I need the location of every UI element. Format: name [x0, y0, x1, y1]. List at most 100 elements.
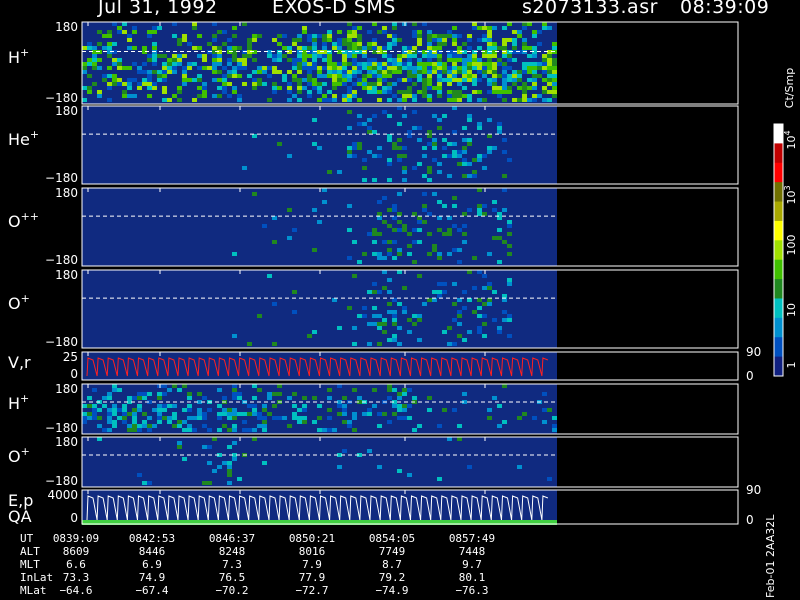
spec-cell [407, 134, 412, 138]
spec-cell [87, 62, 92, 66]
spec-cell [92, 388, 97, 392]
spec-cell [487, 58, 492, 62]
spec-cell [127, 46, 132, 50]
spec-cell [272, 86, 277, 90]
spec-cell [477, 126, 482, 130]
spec-cell [442, 232, 447, 236]
spec-cell [477, 270, 482, 274]
spec-cell [472, 170, 477, 174]
spec-cell [252, 396, 257, 400]
spec-cell [397, 212, 402, 216]
spec-cell [437, 46, 442, 50]
spec-cell [437, 86, 442, 90]
spec-cell [542, 26, 547, 30]
spec-cell [197, 86, 202, 90]
spec-cell [287, 70, 292, 74]
spec-cell [372, 178, 377, 182]
spec-cell [147, 82, 152, 86]
spec-cell [387, 46, 392, 50]
spec-cell [402, 166, 407, 170]
header-date: Jul 31, 1992 [98, 0, 218, 18]
spec-cell [357, 114, 362, 118]
spec-cell [277, 86, 282, 90]
spec-cell [352, 34, 357, 38]
spec-cell [107, 34, 112, 38]
spec-cell [427, 70, 432, 74]
footer-cell: 7749 [379, 545, 406, 558]
spec-cell [107, 412, 112, 416]
spec-cell [172, 58, 177, 62]
spec-cell [317, 86, 322, 90]
spec-cell [382, 240, 387, 244]
spec-cell [442, 154, 447, 158]
spec-cell [477, 158, 482, 162]
panel-label-sup: + [30, 128, 39, 141]
spec-cell [387, 34, 392, 38]
spec-cell [477, 70, 482, 74]
footer-cell: 7448 [459, 545, 486, 558]
spec-cell [267, 392, 272, 396]
spec-cell [507, 66, 512, 70]
spec-cell [412, 30, 417, 34]
footer-cell: 8446 [139, 545, 166, 558]
panel-label: O+ [8, 445, 30, 466]
spec-cell [247, 74, 252, 78]
spec-cell [397, 326, 402, 330]
spec-cell [342, 449, 347, 453]
spec-cell [552, 416, 557, 420]
spec-cell [462, 70, 467, 74]
spec-cell [442, 146, 447, 150]
spec-cell [317, 416, 322, 420]
spec-cell [252, 428, 257, 432]
spec-cell [472, 158, 477, 162]
spec-cell [202, 82, 207, 86]
spec-cell [342, 98, 347, 102]
spec-cell [447, 82, 452, 86]
spec-cell [392, 94, 397, 98]
spec-cell [382, 330, 387, 334]
spec-cell [387, 74, 392, 78]
spec-cell [367, 74, 372, 78]
spec-cell [482, 98, 487, 102]
spec-cell [387, 388, 392, 392]
spec-cell [372, 388, 377, 392]
spec-cell [352, 62, 357, 66]
spec-cell [372, 82, 377, 86]
spec-cell [537, 42, 542, 46]
spec-cell [412, 82, 417, 86]
spec-cell [402, 78, 407, 82]
spec-cell [112, 388, 117, 392]
spec-cell [482, 62, 487, 66]
spec-cell [407, 244, 412, 248]
spec-cell [452, 54, 457, 58]
spec-cell [552, 62, 557, 66]
spec-cell [507, 282, 512, 286]
spec-cell [107, 428, 112, 432]
spec-cell [427, 212, 432, 216]
spec-cell [172, 62, 177, 66]
spec-cell [502, 62, 507, 66]
spec-cell [477, 58, 482, 62]
spec-cell [127, 428, 132, 432]
spec-cell [272, 392, 277, 396]
spec-cell [492, 86, 497, 90]
spec-cell [462, 306, 467, 310]
spec-cell [232, 388, 237, 392]
spec-cell [457, 78, 462, 82]
spec-cell [502, 138, 507, 142]
spec-cell [397, 469, 402, 473]
spec-cell [147, 30, 152, 34]
spec-cell [237, 392, 242, 396]
spec-cell [437, 58, 442, 62]
spec-cell [227, 473, 232, 477]
footer-cell: 9.7 [462, 558, 482, 571]
spec-cell [137, 473, 142, 477]
spec-cell [82, 404, 87, 408]
spec-cell [202, 58, 207, 62]
colorbar-swatch [774, 279, 783, 299]
spec-cell [437, 282, 442, 286]
spec-cell [257, 388, 262, 392]
spec-cell [427, 78, 432, 82]
spec-cell [297, 54, 302, 58]
spec-cell [97, 42, 102, 46]
